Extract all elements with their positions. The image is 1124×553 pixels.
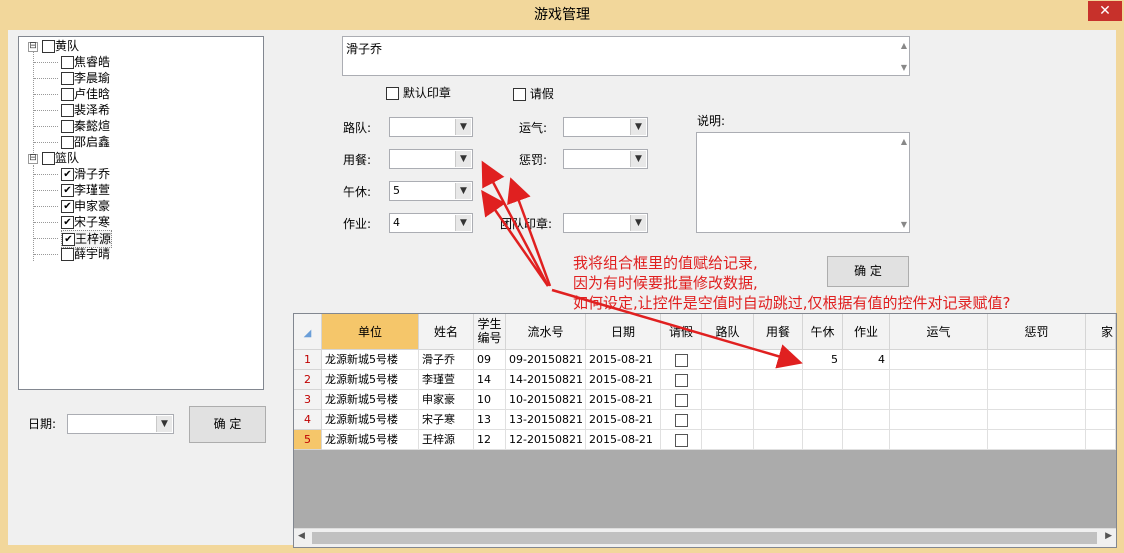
annotation-line-3: 如何设定,让控件是空值时自动跳过,仅根据有值的控件对记录赋值? — [573, 294, 1011, 312]
window: 游戏管理 ✕ ⊟ 黄队 焦睿皓 李晨瑜 卢佳晗 裴泽希 秦懿煊 邵启鑫 ⊟ 篮队… — [0, 0, 1124, 553]
arrow-to-nap — [481, 189, 550, 287]
annotation-arrows — [481, 160, 803, 369]
annotation-line-1: 我将组合框里的值赋给记录, — [573, 254, 758, 272]
arrow-to-penalty — [507, 177, 552, 287]
arrow-to-meal — [481, 160, 550, 287]
annotation-line-2: 因为有时候要批量修改数据, — [573, 274, 758, 292]
